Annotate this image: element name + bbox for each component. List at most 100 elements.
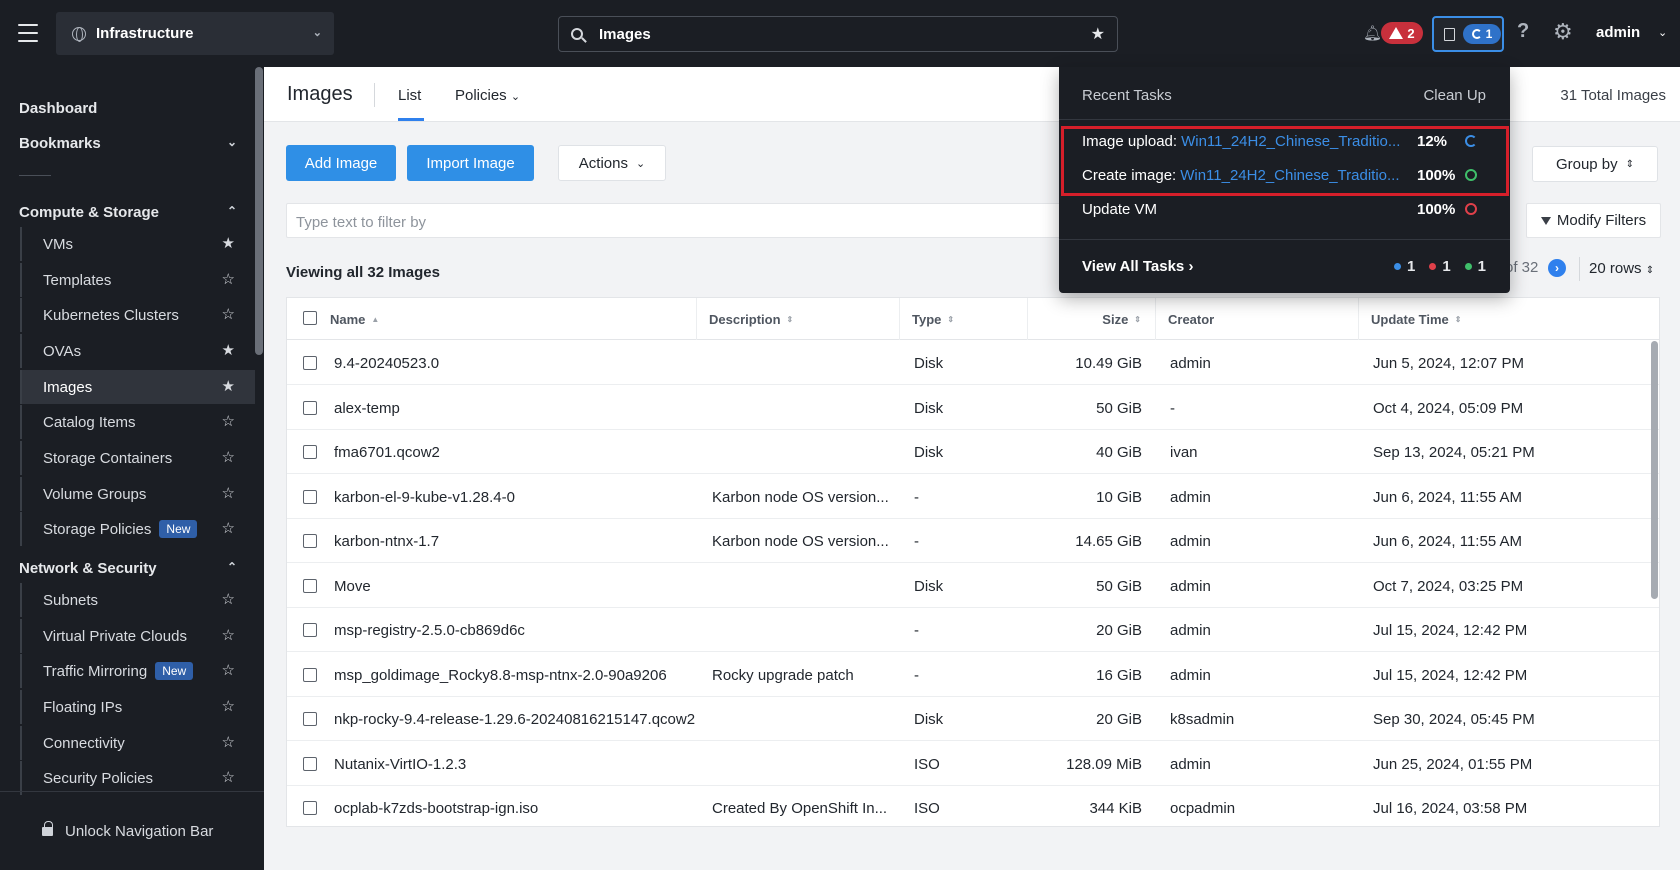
- table-row[interactable]: 9.4-20240523.0 Disk 10.49 GiB admin Jun …: [287, 341, 1659, 385]
- star-outline-icon[interactable]: ☆: [222, 519, 235, 537]
- row-checkbox[interactable]: [303, 445, 317, 459]
- sidebar-item-kubernetes-clusters[interactable]: Kubernetes Clusters ☆: [20, 298, 255, 332]
- select-all-checkbox[interactable]: [303, 311, 317, 325]
- cell-name[interactable]: msp-registry-2.5.0-cb869d6c: [334, 608, 694, 652]
- sidebar-item-ovas[interactable]: OVAs ★: [20, 334, 255, 368]
- sidebar-item-storage-containers[interactable]: Storage Containers ☆: [20, 441, 255, 475]
- star-outline-icon[interactable]: ☆: [222, 768, 235, 786]
- cell-name[interactable]: karbon-el-9-kube-v1.28.4-0: [334, 475, 694, 519]
- row-checkbox[interactable]: [303, 668, 317, 682]
- search-input[interactable]: Images ★: [558, 16, 1118, 52]
- app-switcher[interactable]: Infrastructure ⌄: [56, 12, 334, 55]
- row-checkbox[interactable]: [303, 801, 317, 815]
- sidebar-item-connectivity[interactable]: Connectivity ☆: [20, 726, 255, 760]
- star-icon[interactable]: ★: [1091, 24, 1105, 44]
- cell-name[interactable]: msp_goldimage_Rocky8.8-msp-ntnx-2.0-90a9…: [334, 653, 704, 697]
- column-type[interactable]: Type ⇕: [900, 298, 1028, 340]
- alerts-badge[interactable]: 2: [1381, 22, 1423, 44]
- actions-dropdown[interactable]: Actions ⌄: [558, 145, 666, 181]
- cell-name[interactable]: alex-temp: [334, 386, 694, 430]
- group-by-dropdown[interactable]: Group by ⇕: [1532, 146, 1658, 182]
- star-outline-icon[interactable]: ☆: [222, 270, 235, 288]
- column-update-time[interactable]: Update Time ⇕: [1359, 298, 1659, 340]
- sidebar-item-images[interactable]: Images ★: [20, 370, 255, 404]
- cell-name[interactable]: ocplab-k7zds-bootstrap-ign.iso: [334, 786, 694, 826]
- star-outline-icon[interactable]: ☆: [222, 412, 235, 430]
- table-scrollbar[interactable]: [1651, 341, 1658, 599]
- clean-up-button[interactable]: Clean Up: [1423, 87, 1486, 104]
- sidebar-item-templates[interactable]: Templates ☆: [20, 263, 255, 297]
- row-checkbox[interactable]: [303, 623, 317, 637]
- task-item[interactable]: Update VM 100%: [1082, 197, 1492, 221]
- column-size[interactable]: Size ⇕: [1028, 298, 1156, 340]
- view-all-tasks-link[interactable]: View All Tasks ›: [1082, 258, 1193, 275]
- modify-filters-button[interactable]: Modify Filters: [1526, 203, 1661, 238]
- sidebar-scrollbar[interactable]: [255, 67, 263, 355]
- cell-name[interactable]: Nutanix-VirtIO-1.2.3: [334, 742, 694, 786]
- star-outline-icon[interactable]: ☆: [222, 626, 235, 644]
- failed-count[interactable]: 1: [1429, 258, 1451, 275]
- row-checkbox[interactable]: [303, 401, 317, 415]
- sidebar-item-floating-ips[interactable]: Floating IPs ☆: [20, 690, 255, 724]
- star-outline-icon[interactable]: ☆: [222, 697, 235, 715]
- table-row[interactable]: alex-temp Disk 50 GiB - Oct 4, 2024, 05:…: [287, 386, 1659, 430]
- tasks-button[interactable]: 1: [1432, 16, 1504, 52]
- cell-name[interactable]: nkp-rocky-9.4-release-1.29.6-20240816215…: [334, 697, 704, 741]
- sidebar-item-security-policies[interactable]: Security Policies ☆: [20, 761, 255, 795]
- star-outline-icon[interactable]: ☆: [222, 590, 235, 608]
- sidebar-section-bookmarks[interactable]: Bookmarks ⌄: [19, 135, 237, 152]
- star-filled-icon[interactable]: ★: [222, 234, 235, 252]
- sidebar-item-volume-groups[interactable]: Volume Groups ☆: [20, 477, 255, 511]
- sidebar-item-storage-policies[interactable]: Storage Policies New ☆: [20, 512, 255, 546]
- succeeded-count[interactable]: 1: [1464, 258, 1486, 275]
- table-row[interactable]: karbon-el-9-kube-v1.28.4-0 Karbon node O…: [287, 475, 1659, 519]
- cell-name[interactable]: 9.4-20240523.0: [334, 341, 694, 385]
- star-outline-icon[interactable]: ☆: [222, 305, 235, 323]
- sidebar-item-traffic-mirroring[interactable]: Traffic Mirroring New ☆: [20, 654, 255, 688]
- row-checkbox[interactable]: [303, 490, 317, 504]
- gear-icon[interactable]: ⚙: [1553, 19, 1573, 45]
- import-image-button[interactable]: Import Image: [407, 145, 534, 181]
- table-row[interactable]: msp_goldimage_Rocky8.8-msp-ntnx-2.0-90a9…: [287, 653, 1659, 697]
- tab-policies[interactable]: Policies ⌄: [455, 87, 520, 104]
- rows-per-page-select[interactable]: 20 rows ⇕: [1589, 260, 1654, 277]
- row-checkbox[interactable]: [303, 579, 317, 593]
- column-creator[interactable]: Creator: [1156, 298, 1359, 340]
- row-checkbox[interactable]: [303, 356, 317, 370]
- star-outline-icon[interactable]: ☆: [222, 448, 235, 466]
- star-outline-icon[interactable]: ☆: [222, 733, 235, 751]
- star-filled-icon[interactable]: ★: [222, 341, 235, 359]
- unlock-navigation-button[interactable]: Unlock Navigation Bar: [0, 791, 264, 870]
- table-row[interactable]: nkp-rocky-9.4-release-1.29.6-20240816215…: [287, 697, 1659, 741]
- table-row[interactable]: ocplab-k7zds-bootstrap-ign.iso Created B…: [287, 786, 1659, 826]
- tab-list[interactable]: List: [398, 87, 421, 104]
- help-icon[interactable]: ?: [1517, 20, 1529, 43]
- add-image-button[interactable]: Add Image: [286, 145, 396, 181]
- sidebar-item-subnets[interactable]: Subnets ☆: [20, 583, 255, 617]
- cell-name[interactable]: fma6701.qcow2: [334, 430, 694, 474]
- cell-name[interactable]: Move: [334, 564, 694, 608]
- star-filled-icon[interactable]: ★: [222, 377, 235, 395]
- bell-icon[interactable]: 🔔︎: [1363, 24, 1382, 42]
- table-row[interactable]: msp-registry-2.5.0-cb869d6c - 20 GiB adm…: [287, 608, 1659, 652]
- column-description[interactable]: Description ⇕: [697, 298, 900, 340]
- chevron-down-icon[interactable]: ⌄: [1658, 26, 1667, 39]
- sidebar-section-compute-storage[interactable]: Compute & Storage ⌃: [19, 204, 237, 221]
- sidebar-item-dashboard[interactable]: Dashboard: [19, 100, 97, 117]
- sidebar-item-vms[interactable]: VMs ★: [20, 227, 255, 261]
- star-outline-icon[interactable]: ☆: [222, 661, 235, 679]
- menu-icon[interactable]: [18, 24, 38, 42]
- cell-name[interactable]: karbon-ntnx-1.7: [334, 519, 694, 563]
- running-count[interactable]: 1: [1393, 258, 1415, 275]
- table-row[interactable]: karbon-ntnx-1.7 Karbon node OS version..…: [287, 519, 1659, 563]
- table-row[interactable]: fma6701.qcow2 Disk 40 GiB ivan Sep 13, 2…: [287, 430, 1659, 474]
- next-page-button[interactable]: ›: [1548, 259, 1566, 277]
- sidebar-section-network-security[interactable]: Network & Security ⌃: [19, 560, 237, 577]
- row-checkbox[interactable]: [303, 534, 317, 548]
- table-row[interactable]: Nutanix-VirtIO-1.2.3 ISO 128.09 MiB admi…: [287, 742, 1659, 786]
- column-name[interactable]: Name ▲: [318, 298, 697, 340]
- row-checkbox[interactable]: [303, 757, 317, 771]
- sidebar-item-catalog-items[interactable]: Catalog Items ☆: [20, 405, 255, 439]
- user-menu[interactable]: admin: [1596, 24, 1640, 41]
- row-checkbox[interactable]: [303, 712, 317, 726]
